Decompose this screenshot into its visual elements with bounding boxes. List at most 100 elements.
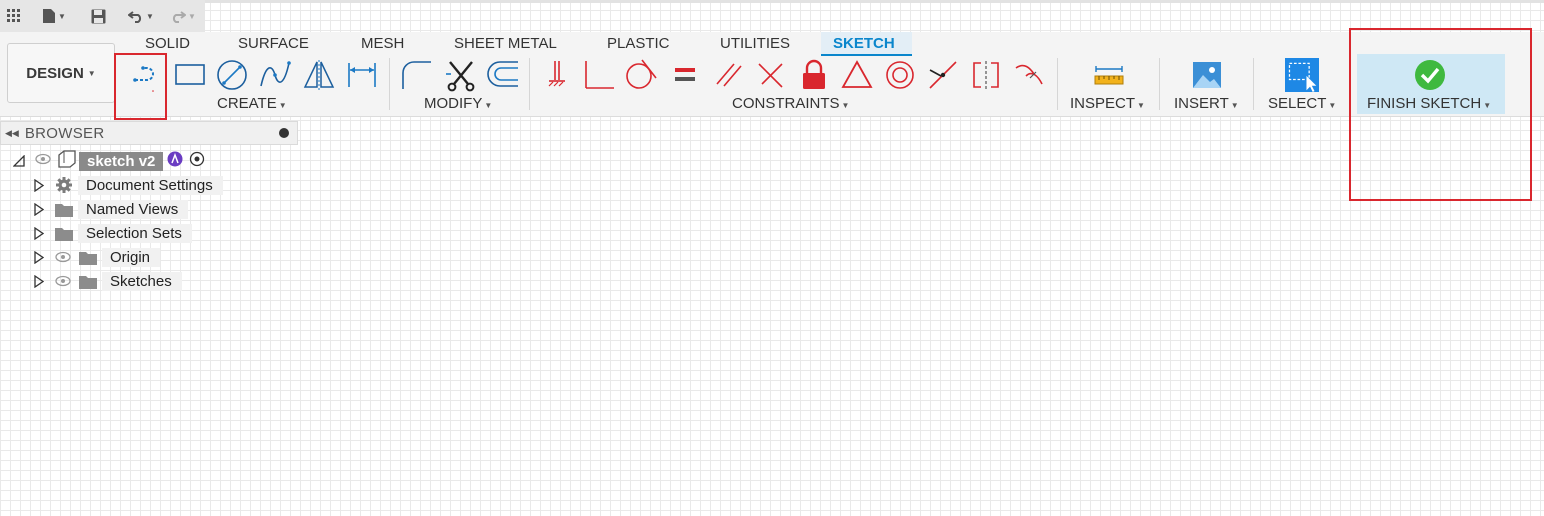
highlight-line-tool (114, 53, 167, 120)
parallel-icon (716, 63, 742, 87)
activate-radio-icon[interactable] (189, 151, 205, 172)
coincident-constraint-button[interactable] (540, 58, 574, 92)
tree-item-document-settings[interactable]: Document Settings (33, 174, 223, 196)
equal-icon (675, 68, 695, 81)
coincident-point-button[interactable] (926, 58, 960, 92)
insert-menu-label: INSERT (1174, 95, 1229, 112)
scissors-icon (446, 61, 475, 92)
expanded-triangle-icon[interactable] (13, 154, 25, 168)
parallel-constraint-button[interactable] (712, 58, 746, 92)
tab-plastic[interactable]: PLASTIC (607, 35, 670, 52)
mirror-icon (303, 60, 335, 90)
insert-image-button[interactable] (1190, 58, 1224, 92)
circle-icon (217, 60, 247, 90)
curvature-icon (1015, 64, 1043, 85)
image-icon (1193, 62, 1221, 88)
tab-surface[interactable]: SURFACE (238, 35, 309, 52)
select-menu-label: SELECT (1268, 95, 1327, 112)
title-strip (205, 0, 1544, 3)
rectangle-tool-button[interactable] (173, 58, 207, 92)
collinear-icon (758, 63, 783, 88)
spline-icon (260, 61, 291, 87)
concentric-icon (886, 61, 914, 89)
sketch-badge-icon (167, 151, 183, 172)
select-icon (1285, 58, 1319, 92)
eye-icon[interactable] (55, 251, 71, 263)
concentric-constraint-button[interactable] (883, 58, 917, 92)
fillet-icon (402, 61, 431, 89)
folder-icon (79, 274, 97, 289)
offset-tool-button[interactable] (486, 58, 520, 92)
group-separator (1057, 58, 1058, 110)
collapsed-triangle-icon[interactable] (33, 202, 45, 216)
tab-utilities[interactable]: UTILITIES (720, 35, 790, 52)
group-separator (1159, 58, 1160, 110)
midpoint-constraint-button[interactable] (840, 58, 874, 92)
workspace-label: DESIGN (26, 64, 84, 82)
spline-tool-button[interactable] (258, 58, 292, 92)
undo-icon[interactable]: ▼ (128, 7, 154, 25)
highlight-finish-sketch (1349, 28, 1532, 201)
curvature-constraint-button[interactable] (1012, 58, 1046, 92)
tangent-constraint-button[interactable] (624, 58, 658, 92)
fix-constraint-button[interactable] (797, 58, 831, 92)
root-label: sketch v2 (79, 151, 164, 171)
ribbon-toolbar: DESIGN ▼ SOLID SURFACE MESH SHEET METAL P… (0, 32, 1544, 117)
collapsed-triangle-icon[interactable] (33, 250, 45, 264)
offset-icon (487, 61, 518, 87)
perpendicular-constraint-button[interactable] (582, 58, 616, 92)
tree-item-label: Named Views (78, 199, 189, 219)
tab-solid[interactable]: SOLID (145, 35, 190, 52)
create-menu[interactable]: CREATE ▼ (217, 95, 287, 112)
redo-icon[interactable]: ▼ (170, 7, 196, 25)
dimension-tool-button[interactable] (345, 58, 379, 92)
collinear-constraint-button[interactable] (754, 58, 788, 92)
insert-menu[interactable]: INSERT ▼ (1174, 95, 1239, 112)
grid-icon[interactable] (7, 7, 21, 25)
equal-constraint-button[interactable] (668, 58, 702, 92)
tab-sheet-metal[interactable]: SHEET METAL (454, 35, 557, 52)
collapsed-triangle-icon[interactable] (33, 274, 45, 288)
group-separator (389, 58, 390, 110)
collapsed-triangle-icon[interactable] (33, 226, 45, 240)
mirror-tool-button[interactable] (302, 58, 336, 92)
measure-tool-button[interactable] (1092, 58, 1126, 92)
coincident-icon (929, 61, 957, 89)
tree-item-sketches[interactable]: Sketches (33, 270, 182, 292)
browser-panel-header: ◀◀ BROWSER (0, 121, 298, 145)
tree-item-origin[interactable]: Origin (33, 246, 161, 268)
collapse-browser-icon[interactable]: ◀◀ (5, 128, 19, 139)
constraints-menu-label: CONSTRAINTS (732, 95, 840, 112)
eye-icon[interactable] (55, 275, 71, 287)
browser-options-icon[interactable] (279, 128, 289, 138)
tree-item-label: Selection Sets (78, 223, 192, 243)
select-tool-button[interactable] (1285, 58, 1319, 92)
select-menu[interactable]: SELECT ▼ (1268, 95, 1336, 112)
quick-access-bar: ▼ ▼ ▼ (0, 0, 205, 32)
tree-item-named-views[interactable]: Named Views (33, 198, 189, 220)
trim-tool-button[interactable] (444, 58, 478, 92)
group-separator (529, 58, 530, 110)
tab-mesh[interactable]: MESH (361, 35, 404, 52)
triangle-icon (841, 60, 873, 88)
modify-menu[interactable]: MODIFY ▼ (424, 95, 492, 112)
tree-root-sketch[interactable]: sketch v2 (13, 149, 205, 172)
symmetry-constraint-button[interactable] (969, 58, 1003, 92)
modify-menu-label: MODIFY (424, 95, 483, 112)
tree-item-label: Sketches (102, 271, 182, 291)
file-icon[interactable]: ▼ (42, 7, 66, 25)
tab-sketch[interactable]: SKETCH (833, 35, 895, 52)
collapsed-triangle-icon[interactable] (33, 178, 45, 192)
circle-tool-button[interactable] (215, 58, 249, 92)
constraints-menu[interactable]: CONSTRAINTS ▼ (732, 95, 849, 112)
folder-icon (55, 202, 73, 217)
ruler-icon (1094, 66, 1124, 85)
browser-title: BROWSER (24, 124, 105, 142)
save-icon[interactable] (91, 7, 106, 25)
inspect-menu-label: INSPECT (1070, 95, 1136, 112)
fillet-tool-button[interactable] (399, 58, 433, 92)
inspect-menu[interactable]: INSPECT ▼ (1070, 95, 1145, 112)
tree-item-selection-sets[interactable]: Selection Sets (33, 222, 192, 244)
workspace-switcher-button[interactable]: DESIGN ▼ (7, 43, 115, 103)
eye-icon[interactable] (35, 152, 51, 170)
